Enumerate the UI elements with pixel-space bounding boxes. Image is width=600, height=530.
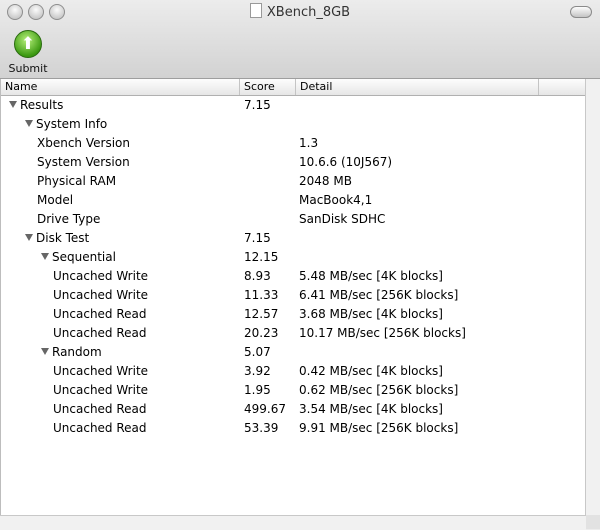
disclosure-triangle-icon[interactable] xyxy=(25,120,33,127)
row-score: 12.57 xyxy=(244,307,279,321)
row-name: Uncached Read xyxy=(53,402,147,416)
row-score: 7.15 xyxy=(244,231,271,245)
vertical-scrollbar[interactable] xyxy=(585,79,600,515)
row-name: System Version xyxy=(37,155,130,169)
table-row[interactable]: Disk Test 7.15 xyxy=(1,229,587,248)
table-row[interactable]: Uncached Read 499.67 3.54 MB/sec [4K block… xyxy=(1,400,587,419)
table-row[interactable]: Uncached Write 11.33 6.41 MB/sec [256K blo… xyxy=(1,286,587,305)
row-name: System Info xyxy=(25,115,107,134)
row-name: Model xyxy=(37,193,74,207)
column-header-name[interactable]: Name xyxy=(1,79,240,95)
table-row[interactable]: Uncached Write 3.92 0.42 MB/sec [4K blocks… xyxy=(1,362,587,381)
row-detail: 3.68 MB/sec [4K blocks] xyxy=(299,307,443,321)
table-row[interactable]: Sequential 12.15 xyxy=(1,248,587,267)
column-header-score[interactable]: Score xyxy=(240,79,296,95)
table-row[interactable]: Uncached Read 12.57 3.68 MB/sec [4K blocks… xyxy=(1,305,587,324)
disclosure-triangle-icon[interactable] xyxy=(25,234,33,241)
row-name: Uncached Write xyxy=(53,269,149,283)
row-score: 7.15 xyxy=(244,98,271,112)
table-row[interactable]: Random 5.07 xyxy=(1,343,587,362)
row-name: Xbench Version xyxy=(37,136,130,150)
table-row[interactable]: Uncached Read 53.39 9.91 MB/sec [256K bloc… xyxy=(1,419,587,438)
table-header: Name Score Detail xyxy=(1,79,587,96)
resize-corner[interactable] xyxy=(586,515,600,529)
row-name: Uncached Read xyxy=(53,326,147,340)
row-score: 5.07 xyxy=(244,345,271,359)
row-score: 12.15 xyxy=(244,250,279,264)
table-row[interactable]: Results 7.15 xyxy=(1,96,587,115)
row-name: Random xyxy=(41,343,102,362)
row-detail: 5.48 MB/sec [4K blocks] xyxy=(299,269,443,283)
row-name: Disk Test xyxy=(25,229,89,248)
row-detail: 2048 MB xyxy=(299,174,352,188)
table-row[interactable]: System Info xyxy=(1,115,587,134)
row-detail: 9.91 MB/sec [256K blocks] xyxy=(299,421,459,435)
disclosure-triangle-icon[interactable] xyxy=(9,101,17,108)
disclosure-triangle-icon[interactable] xyxy=(41,253,49,260)
row-score: 8.93 xyxy=(244,269,271,283)
row-detail: 3.54 MB/sec [4K blocks] xyxy=(299,402,443,416)
row-name: Uncached Read xyxy=(53,421,147,435)
row-name: Sequential xyxy=(41,248,116,267)
table-row[interactable]: Uncached Write 8.93 5.48 MB/sec [4K blocks… xyxy=(1,267,587,286)
row-score: 1.95 xyxy=(244,383,271,397)
table-row[interactable]: Xbench Version 1.3 xyxy=(1,134,587,153)
table-row[interactable]: Uncached Read 20.23 10.17 MB/sec [256K blo… xyxy=(1,324,587,343)
row-score: 20.23 xyxy=(244,326,279,340)
row-detail: 10.6.6 (10J567) xyxy=(299,155,393,169)
row-name: Physical RAM xyxy=(37,174,117,188)
table-row[interactable]: Drive Type SanDisk SDHC xyxy=(1,210,587,229)
row-name: Uncached Read xyxy=(53,307,147,321)
app-window: XBench_8GB Submit Name Score Detail Resu… xyxy=(0,0,600,530)
table-row[interactable]: Physical RAM 2048 MB xyxy=(1,172,587,191)
row-name: Uncached Write xyxy=(53,364,149,378)
submit-button[interactable]: Submit xyxy=(6,30,50,76)
submit-label: Submit xyxy=(8,62,48,75)
column-header-detail[interactable]: Detail xyxy=(296,79,539,95)
results-table[interactable]: Name Score Detail Results 7.15 System Info… xyxy=(0,79,587,515)
row-name: Drive Type xyxy=(37,212,101,226)
row-detail: 0.62 MB/sec [256K blocks] xyxy=(299,383,459,397)
row-detail: MacBook4,1 xyxy=(299,193,373,207)
row-name: Uncached Write xyxy=(53,288,149,302)
row-detail: 1.3 xyxy=(299,136,319,150)
table-rows: Results 7.15 System Info Xbench Version 1.3 S… xyxy=(1,96,587,438)
disclosure-triangle-icon[interactable] xyxy=(41,348,49,355)
row-detail: 0.42 MB/sec [4K blocks] xyxy=(299,364,443,378)
title-bar: XBench_8GB Submit xyxy=(0,0,600,79)
row-detail: 10.17 MB/sec [256K blocks] xyxy=(299,326,466,340)
toolbar-toggle-button[interactable] xyxy=(570,6,592,18)
table-row[interactable]: Uncached Write 1.95 0.62 MB/sec [256K bloc… xyxy=(1,381,587,400)
horizontal-scrollbar[interactable] xyxy=(0,515,586,530)
row-score: 53.39 xyxy=(244,421,279,435)
document-icon xyxy=(249,3,262,18)
row-score: 11.33 xyxy=(244,288,279,302)
upload-arrow-icon xyxy=(14,30,42,58)
table-row[interactable]: Model MacBook4,1 xyxy=(1,191,587,210)
row-score: 499.67 xyxy=(244,402,286,416)
row-detail: 6.41 MB/sec [256K blocks] xyxy=(299,288,459,302)
row-name: Uncached Write xyxy=(53,383,149,397)
window-title: XBench_8GB xyxy=(0,3,600,20)
row-score: 3.92 xyxy=(244,364,271,378)
row-detail: SanDisk SDHC xyxy=(299,212,386,226)
row-name: Results xyxy=(9,96,63,115)
table-row[interactable]: System Version 10.6.6 (10J567) xyxy=(1,153,587,172)
